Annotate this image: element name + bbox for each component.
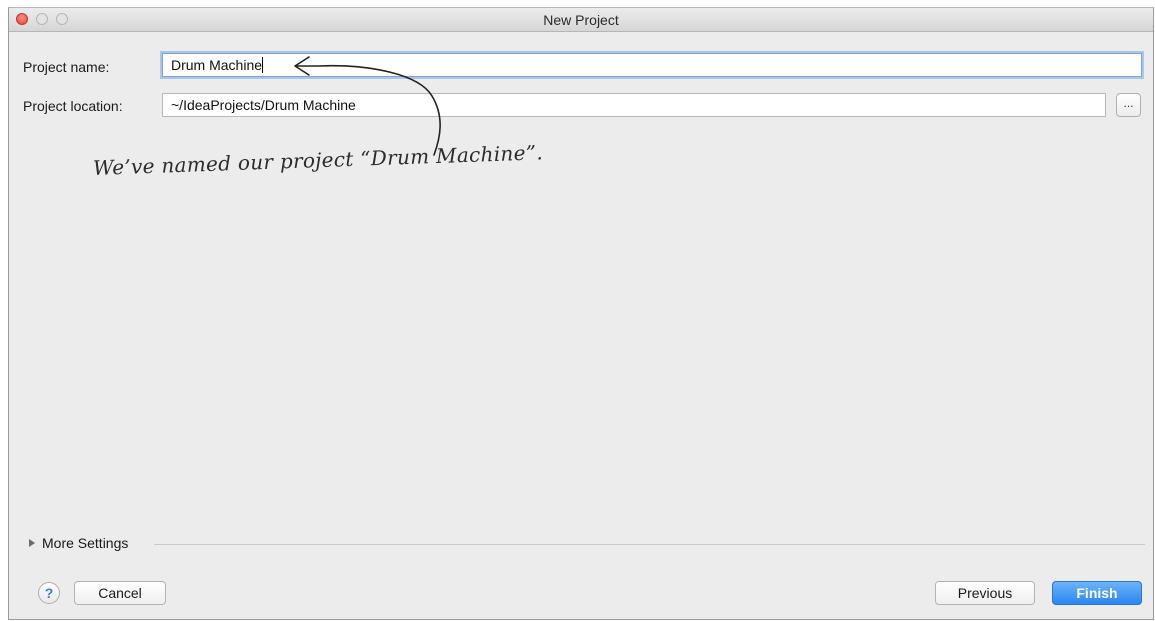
cancel-button[interactable]: Cancel	[74, 581, 166, 605]
new-project-dialog: New Project Project name: Drum Machine P…	[8, 7, 1154, 620]
finish-button[interactable]: Finish	[1052, 581, 1142, 605]
more-settings-toggle[interactable]: More Settings	[42, 535, 128, 551]
more-settings-divider	[154, 544, 1145, 545]
disclosure-triangle-icon[interactable]	[29, 539, 35, 547]
help-button[interactable]: ?	[38, 582, 60, 604]
previous-button[interactable]: Previous	[935, 581, 1035, 605]
